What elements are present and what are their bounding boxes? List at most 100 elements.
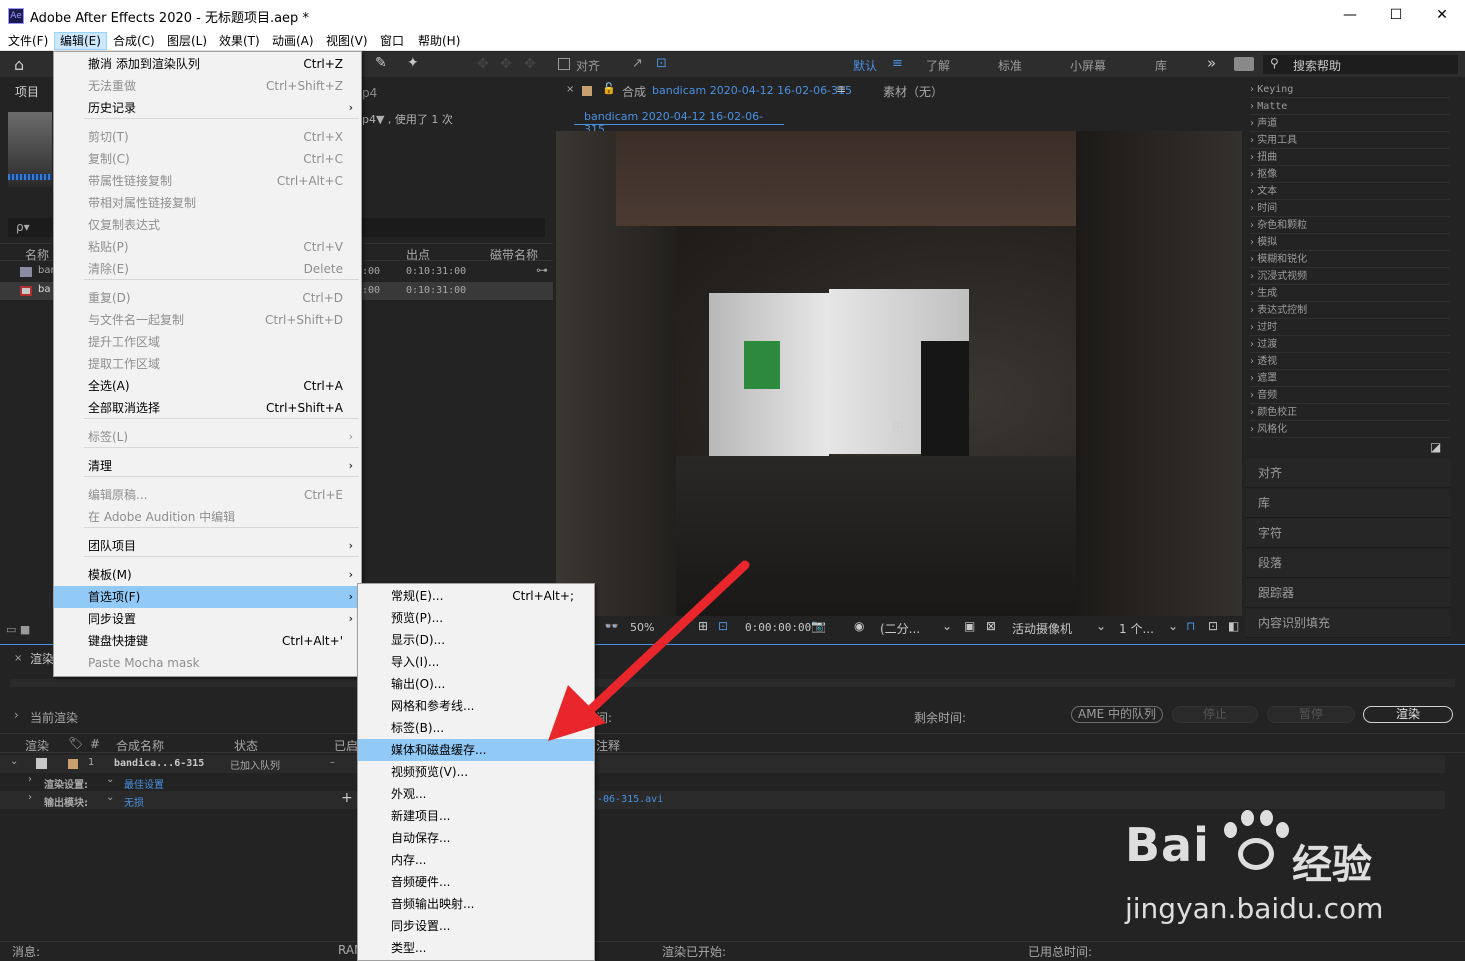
label-tag-icon[interactable]: 🏷 [68, 736, 83, 750]
edit-menu-item[interactable]: Paste Mocha mask [54, 652, 361, 674]
views-select[interactable]: 1 个... [1119, 620, 1154, 637]
comp-tab-name[interactable]: bandicam 2020-04-12 16-02-06-315 [652, 84, 852, 97]
help-search-box[interactable]: ⚲ 搜索帮助 [1263, 55, 1458, 74]
column-out[interactable]: 出点 [406, 246, 430, 263]
menu-view[interactable]: 视图(V) [321, 32, 373, 50]
align-checkbox[interactable] [558, 58, 570, 70]
edit-menu-item[interactable]: 复制(C) Ctrl+C [54, 148, 361, 170]
new-folder-icon[interactable]: ▭ ■ [6, 623, 30, 636]
edit-menu-item[interactable]: 历史记录 › [54, 97, 361, 119]
edit-menu-item[interactable]: 重复(D) Ctrl+D [54, 287, 361, 309]
render-tab[interactable]: 渲染 [30, 650, 54, 667]
side-panel-tab[interactable]: 库 [1246, 489, 1450, 518]
snapshot-icon[interactable]: 📷 [811, 619, 826, 633]
views-chevron-icon[interactable]: ⌄ [1168, 619, 1178, 633]
effect-category[interactable]: › 风格化 [1250, 421, 1450, 438]
preferences-menu-item[interactable]: 视频预览(V)... [358, 761, 594, 783]
preferences-menu-item[interactable]: 类型... [358, 937, 594, 959]
project-tab[interactable]: 项目 [15, 83, 39, 100]
effect-category[interactable]: › 透视 [1250, 353, 1450, 370]
anchor-point-icon[interactable]: ⊕ [891, 417, 904, 436]
edit-menu-item[interactable]: 全部取消选择 Ctrl+Shift+A [54, 397, 361, 419]
effect-category[interactable]: › 遮罩 [1250, 370, 1450, 387]
resolution-select[interactable]: (二分... [880, 620, 920, 637]
edit-menu-item[interactable]: 带属性链接复制 Ctrl+Alt+C [54, 170, 361, 192]
edit-menu-item[interactable]: 团队项目 › [54, 535, 361, 557]
puppet-tool-icon[interactable]: ✥ [477, 56, 489, 72]
edit-menu-item[interactable]: 清除(E) Delete [54, 258, 361, 280]
flowchart-icon[interactable]: ⊶ [536, 263, 548, 277]
menu-help[interactable]: 帮助(H) [413, 32, 465, 50]
puppet-bend-icon[interactable]: ✥ [524, 56, 536, 72]
col-comp-name[interactable]: 合成名称 [116, 737, 164, 754]
new-bin-icon[interactable]: ◪ [1430, 440, 1441, 454]
workspace-standard[interactable]: 标准 [998, 57, 1022, 74]
edit-menu-item[interactable]: 同步设置 › [54, 608, 361, 630]
output-file[interactable]: -06-315.avi [597, 794, 663, 805]
side-panel-tab[interactable]: 内容识别填充 [1246, 609, 1450, 638]
side-panel-tab[interactable]: 对齐 [1246, 459, 1450, 488]
expand-icon[interactable]: ⊡ [1208, 619, 1218, 633]
effect-category[interactable]: › 表达式控制 [1250, 302, 1450, 319]
preferences-menu-item[interactable]: 音频输出映射... [358, 893, 594, 915]
effect-category[interactable]: › 文本 [1250, 183, 1450, 200]
reset-exposure-icon[interactable]: ◧ [1228, 619, 1239, 633]
collapse-icon[interactable]: ⌄ [10, 756, 18, 767]
menu-file[interactable]: 文件(F) [3, 32, 53, 50]
preferences-menu-item[interactable]: 外观... [358, 783, 594, 805]
output-module-chevron-icon[interactable]: ⌄ [106, 792, 114, 803]
side-panel-tab[interactable]: 段落 [1246, 549, 1450, 578]
col-status[interactable]: 状态 [234, 737, 258, 754]
output-module-expand-icon[interactable]: › [28, 792, 32, 803]
side-panel-tab[interactable]: 跟踪器 [1246, 579, 1450, 608]
effect-category[interactable]: › 模糊和锐化 [1250, 251, 1450, 268]
render-settings-value[interactable]: 最佳设置 [124, 776, 164, 791]
minimize-button[interactable]: — [1327, 0, 1373, 31]
sync-icon[interactable] [1234, 57, 1254, 71]
edit-menu-item[interactable]: 提取工作区域 [54, 353, 361, 375]
edit-menu-item[interactable]: 模板(M) › [54, 564, 361, 586]
edit-menu-item[interactable]: 与文件名一起复制 Ctrl+Shift+D [54, 309, 361, 331]
snap-icon[interactable]: ↗ [632, 56, 643, 71]
effect-category[interactable]: › 扭曲 [1250, 149, 1450, 166]
snap-options-icon[interactable]: ⊡ [656, 56, 667, 71]
preferences-menu-item[interactable]: 自动保存... [358, 827, 594, 849]
effect-category[interactable]: › 模拟 [1250, 234, 1450, 251]
render-checkbox[interactable] [36, 758, 47, 769]
menu-window[interactable]: 窗口 [375, 32, 409, 50]
composition-viewer[interactable]: ⊕ [556, 131, 1242, 616]
col-number[interactable]: # [90, 737, 100, 751]
fast-preview-icon[interactable]: ▣ [964, 619, 975, 633]
render-item-row[interactable]: ⌄ 1 bandica...6-315 已加入队列 – [0, 755, 1445, 773]
pin-tool-icon[interactable]: ✦ [407, 55, 419, 71]
edit-menu-item[interactable]: 键盘快捷键 Ctrl+Alt+' [54, 630, 361, 652]
help-search-input[interactable]: 搜索帮助 [1293, 57, 1341, 74]
comp-breadcrumb[interactable]: bandicam 2020-04-12 16-02-06-315 [574, 107, 784, 136]
edit-menu-item[interactable]: 带相对属性链接复制 [54, 192, 361, 214]
edit-menu-item[interactable]: 无法重做 Ctrl+Shift+Z [54, 75, 361, 97]
camera-chevron-icon[interactable]: ⌄ [1096, 619, 1106, 633]
resolution-chevron-icon[interactable]: ⌄ [942, 619, 952, 633]
effect-category[interactable]: › 沉浸式视频 [1250, 268, 1450, 285]
grid-icon[interactable]: ⊓ [1186, 619, 1195, 633]
add-output-icon[interactable]: + [341, 790, 353, 806]
preferences-menu-item[interactable]: 音频硬件... [358, 871, 594, 893]
effect-category[interactable]: › 生成 [1250, 285, 1450, 302]
workspace-libraries[interactable]: 库 [1155, 57, 1167, 74]
effect-category[interactable]: › 实用工具 [1250, 132, 1450, 149]
render-settings-expand-icon[interactable]: › [28, 774, 32, 785]
edit-menu-item[interactable]: 在 Adobe Audition 中编辑 [54, 506, 361, 528]
workspace-small-screen[interactable]: 小屏幕 [1070, 57, 1106, 74]
effect-category[interactable]: › Matte [1250, 98, 1450, 115]
close-tab-icon[interactable]: × [566, 84, 574, 95]
comp-tab-menu-icon[interactable]: ≡ [836, 82, 846, 96]
stop-button[interactable]: 停止 [1172, 706, 1258, 723]
workspace-learn[interactable]: 了解 [926, 57, 950, 74]
col-started[interactable]: 已启 [334, 737, 358, 754]
edit-menu-item[interactable]: 全选(A) Ctrl+A [54, 375, 361, 397]
menu-effect[interactable]: 效果(T) [214, 32, 265, 50]
menu-animation[interactable]: 动画(A) [267, 32, 319, 50]
channel-icon[interactable]: ◉ [854, 619, 864, 633]
workspace-default[interactable]: 默认 [853, 57, 877, 74]
effect-category[interactable]: › 颜色校正 [1250, 404, 1450, 421]
